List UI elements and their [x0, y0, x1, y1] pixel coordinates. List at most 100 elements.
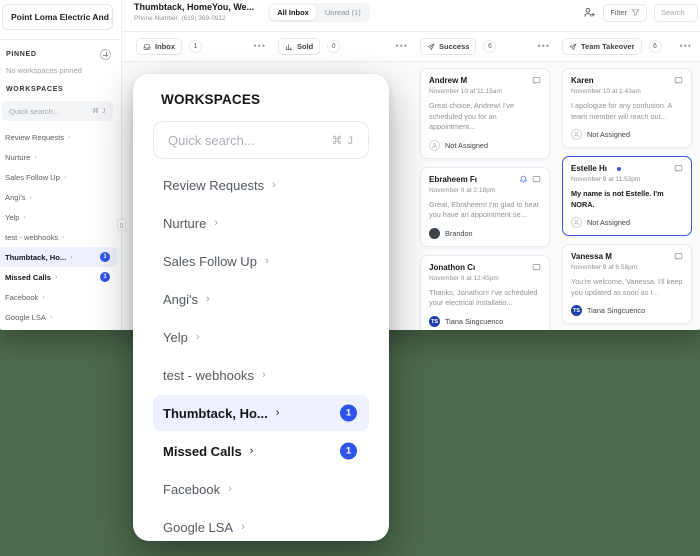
card-message-preview: Great choice, Andrew! I've scheduled you…: [429, 101, 514, 132]
workspace-switcher-button[interactable]: Point Loma Electric And ...: [2, 4, 113, 30]
page-subtitle: Phone Number: (619) 369-0912: [134, 14, 226, 22]
sidebar-item-badge: 1: [100, 252, 110, 262]
workspace-menu-item-badge: 1: [340, 404, 357, 422]
card-footer: Not Assigned: [571, 129, 683, 141]
sidebar-item-google-lsa[interactable]: Google LSA ›: [0, 307, 117, 327]
workspaces-modal-list: Review Requests › Nurture › Sales Follow Up ›…: [153, 167, 369, 541]
card-assignee: Tiana Singcuenco: [587, 306, 646, 316]
card-assignee: Not Assigned: [587, 218, 630, 228]
card-assignee: Tiana Singcuenco: [445, 317, 504, 327]
sidebar-collapse-handle[interactable]: [117, 219, 126, 231]
column-menu-icon[interactable]: •••: [538, 42, 550, 50]
tab-unread[interactable]: Unread (1): [318, 5, 368, 20]
workspaces-modal-search-input[interactable]: Quick search... ⌘ J: [153, 121, 369, 159]
workspace-menu-item-label: Angi's: [163, 291, 199, 307]
sidebar-item-review-requests[interactable]: Review Requests ›: [0, 127, 117, 147]
column-chip-sold[interactable]: Sold: [278, 38, 321, 55]
message-icon[interactable]: [674, 164, 683, 173]
workspace-menu-item-angi-s[interactable]: Angi's ›: [153, 281, 369, 317]
column-menu-icon[interactable]: •••: [396, 42, 408, 50]
conversation-card[interactable]: Vanessa M November 9 at 6:58pm You're welc…: [562, 244, 692, 325]
message-icon[interactable]: [674, 76, 683, 85]
column-header-inbox: Inbox 1 •••: [130, 38, 272, 55]
column-count: 1: [189, 40, 202, 53]
top-bar-actions: Filter Search: [582, 3, 698, 22]
filter-label: Filter: [610, 8, 627, 17]
sidebar-item-missed-calls[interactable]: Missed Calls › 1: [0, 267, 117, 287]
message-icon[interactable]: [674, 252, 683, 261]
sidebar-item-label: Yelp: [5, 212, 20, 222]
workspace-menu-item-thumbtack-ho[interactable]: Thumbtack, Ho... › 1: [153, 395, 369, 431]
sidebar-item-yelp[interactable]: Yelp ›: [0, 207, 117, 227]
workspace-menu-item-missed-calls[interactable]: Missed Calls › 1: [153, 433, 369, 469]
sidebar-item-label: Angi's: [5, 192, 26, 202]
card-icon-group: [519, 175, 541, 184]
column-count: 0: [327, 40, 341, 53]
top-bar: Thumbtack, HomeYou, We... Phone Number: …: [122, 0, 700, 32]
add-user-icon[interactable]: [582, 6, 596, 20]
chevron-right-icon: ›: [62, 233, 65, 241]
message-icon[interactable]: [532, 76, 541, 85]
chevron-right-icon: ›: [241, 521, 245, 533]
chevron-right-icon: ›: [275, 407, 280, 419]
card-icon-group: [674, 76, 683, 85]
workspace-menu-item-test-webhooks[interactable]: test - webhooks ›: [153, 357, 369, 393]
chevron-right-icon: ›: [34, 153, 37, 161]
card-contact-name: Jonathon Cı: [429, 262, 476, 272]
add-pinned-icon[interactable]: [100, 49, 111, 60]
filter-button[interactable]: Filter: [603, 3, 647, 22]
unassigned-avatar-icon: [571, 129, 582, 141]
card-assignee: Not Assigned: [445, 140, 488, 150]
card-contact-name: Estelle Hı: [571, 164, 608, 174]
page-title: Thumbtack, HomeYou, We...: [134, 1, 255, 12]
search-input[interactable]: Search: [654, 3, 698, 22]
workspace-menu-item-label: Missed Calls: [163, 443, 242, 459]
conversation-card[interactable]: Jonathon Cı November 9 at 12:45pm Thanks, …: [420, 254, 550, 330]
conversation-card[interactable]: Karen November 10 at 1:43am I apologize fo…: [562, 68, 692, 149]
inbox-tabs: All Inbox Unread (1): [268, 3, 370, 22]
workspace-menu-item-facebook[interactable]: Facebook ›: [153, 471, 369, 507]
column-menu-icon[interactable]: •••: [254, 42, 266, 50]
column-header-bar: Inbox 1 ••• Sold 0 ••• Success 6 ••• Team Takeove…: [122, 32, 700, 62]
workspace-menu-item-badge: 1: [340, 442, 357, 460]
column-chip-success[interactable]: Success: [420, 38, 477, 55]
workspace-menu-item-google-lsa[interactable]: Google LSA ›: [153, 509, 369, 541]
conversation-card[interactable]: Ebraheem Fı November 9 at 2:18pm Great, Eb…: [420, 166, 550, 247]
card-timestamp: November 9 at 6:58pm: [571, 264, 638, 272]
unassigned-avatar-icon: [571, 217, 582, 229]
sidebar-item-angi-s[interactable]: Angi's ›: [0, 187, 117, 207]
workspaces-section-header: WORKSPACES: [0, 77, 121, 96]
bell-icon[interactable]: [519, 175, 528, 184]
sidebar-item-label: Review Requests: [5, 132, 65, 142]
column-chip-team-takeover[interactable]: Team Takeover: [562, 38, 642, 55]
sidebar-item-test-webhooks[interactable]: test - webhooks ›: [0, 227, 117, 247]
column-menu-icon[interactable]: •••: [680, 42, 692, 50]
message-icon[interactable]: [532, 263, 541, 272]
chevron-right-icon: ›: [262, 369, 266, 381]
column-name: Team Takeover: [581, 42, 635, 51]
bar-chart-icon: [285, 43, 293, 51]
chevron-right-icon: ›: [70, 253, 73, 261]
sidebar-search-input[interactable]: Quick search... ⌘ J: [2, 101, 113, 121]
conversation-card[interactable]: Andrew M November 10 at 11:15am Great choi…: [420, 68, 550, 159]
sidebar-item-thumbtack-ho[interactable]: Thumbtack, Ho... › 1: [0, 247, 117, 267]
avatar: TS: [429, 316, 440, 328]
sidebar-item-label: Facebook: [5, 292, 39, 302]
workspace-menu-item-yelp[interactable]: Yelp ›: [153, 319, 369, 355]
column-name: Inbox: [155, 42, 175, 51]
unread-dot-icon: [617, 166, 622, 171]
conversation-card[interactable]: Estelle Hı November 9 at 11:53pm My name i…: [562, 156, 692, 237]
message-icon[interactable]: [532, 175, 541, 184]
sidebar-item-sales-follow-up[interactable]: Sales Follow Up ›: [0, 167, 117, 187]
tab-all-inbox[interactable]: All Inbox: [270, 5, 316, 20]
chevron-right-icon: ›: [228, 483, 232, 495]
sidebar-item-nurture[interactable]: Nurture ›: [0, 147, 117, 167]
sidebar-item-facebook[interactable]: Facebook ›: [0, 287, 117, 307]
chevron-right-icon: ›: [42, 293, 45, 301]
sidebar-item-label: Thumbtack, Ho...: [5, 252, 67, 262]
workspace-menu-item-review-requests[interactable]: Review Requests ›: [153, 167, 369, 203]
workspace-menu-item-label: Facebook: [163, 481, 221, 497]
column-chip-inbox[interactable]: Inbox: [136, 38, 182, 55]
workspace-menu-item-nurture[interactable]: Nurture ›: [153, 205, 369, 241]
workspace-menu-item-sales-follow-up[interactable]: Sales Follow Up ›: [153, 243, 369, 279]
